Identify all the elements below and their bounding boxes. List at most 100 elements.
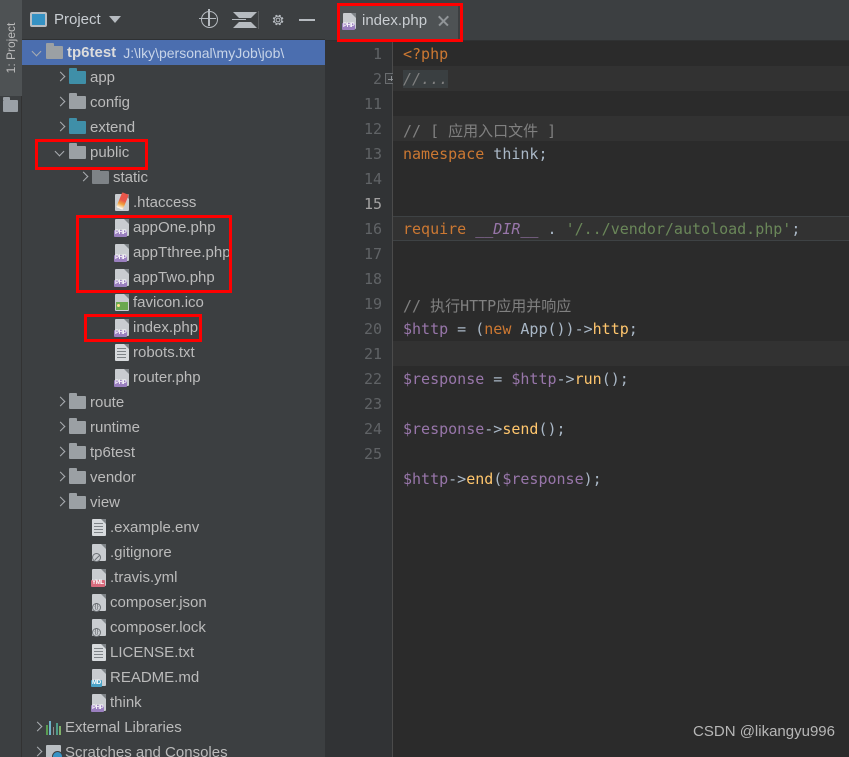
tree-folder-view[interactable]: view bbox=[22, 490, 325, 515]
tree-file-router-php[interactable]: PHP router.php bbox=[22, 365, 325, 390]
file-php-icon: PHP bbox=[91, 694, 106, 712]
tree-item-label: LICENSE.txt bbox=[110, 644, 195, 661]
chevron-right-icon[interactable] bbox=[55, 122, 66, 133]
file-php-icon: PHP bbox=[114, 269, 129, 287]
tree-file-apptthree-php[interactable]: PHP appTthree.php bbox=[22, 240, 325, 265]
tree-file-appone-php[interactable]: PHP appOne.php bbox=[22, 215, 325, 240]
tree-file--htaccess[interactable]: .htaccess bbox=[22, 190, 325, 215]
folder-icon bbox=[3, 97, 18, 112]
tree-file-think[interactable]: PHP think bbox=[22, 690, 325, 715]
tree-node-scratches-and-consoles[interactable]: Scratches and Consoles bbox=[22, 740, 325, 757]
tree-file-license-txt[interactable]: LICENSE.txt bbox=[22, 640, 325, 665]
file-text-icon bbox=[92, 519, 106, 536]
locate-target-icon[interactable] bbox=[199, 8, 220, 30]
tree-item-label: composer.json bbox=[110, 594, 207, 611]
tree-item-label: runtime bbox=[90, 419, 141, 436]
line-number-24: 24 bbox=[363, 420, 382, 438]
editor-code[interactable]: <?php //... // [ 应用入口文件 ] namespace thin… bbox=[393, 41, 849, 757]
line-number-21: 21 bbox=[363, 345, 382, 363]
ide-window: 1: Project Project tp6test J:\lky\persona… bbox=[0, 0, 849, 757]
folder-icon bbox=[69, 493, 86, 509]
tree-file--travis-yml[interactable]: YML .travis.yml bbox=[22, 565, 325, 590]
tree-item-label: think bbox=[110, 694, 142, 711]
folder-icon bbox=[69, 93, 86, 109]
chevron-right-icon[interactable] bbox=[32, 747, 43, 757]
tree-file-composer-lock[interactable]: {} composer.lock bbox=[22, 615, 325, 640]
tree-folder-public[interactable]: public bbox=[22, 140, 325, 165]
minimize-icon[interactable] bbox=[297, 10, 317, 30]
file-php-icon: PHP bbox=[114, 369, 129, 387]
editor-area: PHP index.php 1 2 11 12 13 14 15 16 17 18 19 20 21 22… bbox=[325, 0, 849, 757]
tree-file-readme-md[interactable]: MD README.md bbox=[22, 665, 325, 690]
tree-item-label: appOne.php bbox=[133, 219, 216, 236]
tree-file-apptwo-php[interactable]: PHP appTwo.php bbox=[22, 265, 325, 290]
tree-file-favicon-ico[interactable]: favicon.ico bbox=[22, 290, 325, 315]
line-number-22: 22 bbox=[363, 370, 382, 388]
project-tree[interactable]: tp6test J:\lky\personal\myJob\job\ app conf… bbox=[22, 40, 325, 757]
tree-file--example-env[interactable]: .example.env bbox=[22, 515, 325, 540]
file-php-icon: PHP bbox=[114, 319, 129, 337]
tree-folder-route[interactable]: route bbox=[22, 390, 325, 415]
tree-folder-runtime[interactable]: runtime bbox=[22, 415, 325, 440]
chevron-right-icon[interactable] bbox=[55, 72, 66, 83]
tree-item-label: route bbox=[90, 394, 125, 411]
tree-item-label: app bbox=[90, 69, 116, 86]
tree-file-composer-json[interactable]: {} composer.json bbox=[22, 590, 325, 615]
line-18-highlight bbox=[393, 341, 849, 366]
tree-folder-app[interactable]: app bbox=[22, 65, 325, 90]
tree-file--gitignore[interactable]: .gitignore bbox=[22, 540, 325, 565]
tree-folder-tp6test[interactable]: tp6test J:\lky\personal\myJob\job\ bbox=[22, 40, 325, 65]
tree-item-label: appTthree.php bbox=[133, 244, 231, 261]
tree-folder-static[interactable]: static bbox=[22, 165, 325, 190]
chevron-right-icon[interactable] bbox=[55, 472, 66, 483]
tree-file-index-php[interactable]: PHP index.php bbox=[22, 315, 325, 340]
chevron-right-icon[interactable] bbox=[55, 422, 66, 433]
editor-tab-index-php[interactable]: PHP index.php bbox=[337, 4, 459, 39]
line-number-14: 14 bbox=[363, 170, 382, 188]
line-number-15: 15 bbox=[363, 195, 382, 213]
chevron-down-icon[interactable] bbox=[55, 147, 66, 158]
left-tool-strip: 1: Project bbox=[0, 0, 22, 757]
tree-item-label: tp6test bbox=[67, 44, 117, 61]
tool-window-tab-project[interactable]: 1: Project bbox=[0, 0, 22, 96]
chevron-right-icon[interactable] bbox=[78, 172, 89, 183]
folder-icon bbox=[46, 43, 63, 59]
tree-folder-extend[interactable]: extend bbox=[22, 115, 325, 140]
tree-node-external-libraries[interactable]: External Libraries bbox=[22, 715, 325, 740]
chevron-right-icon[interactable] bbox=[55, 397, 66, 408]
chevron-right-icon[interactable] bbox=[32, 722, 43, 733]
editor-gutter[interactable]: 1 2 11 12 13 14 15 16 17 18 19 20 21 22 23 24 25 bbox=[325, 41, 396, 757]
line-number-19: 19 bbox=[363, 295, 382, 313]
code-line-15: require __DIR__ . '/../vendor/autoload.p… bbox=[403, 220, 801, 238]
code-line-24: $http->end($response); bbox=[403, 470, 602, 488]
tree-item-label: index.php bbox=[133, 319, 199, 336]
tree-item-label: .travis.yml bbox=[110, 569, 178, 586]
tree-folder-config[interactable]: config bbox=[22, 90, 325, 115]
tree-item-label: vendor bbox=[90, 469, 136, 486]
line-number-25: 25 bbox=[363, 445, 382, 463]
tree-item-label: public bbox=[90, 144, 130, 161]
tree-item-label: .htaccess bbox=[133, 194, 197, 211]
chevron-right-icon[interactable] bbox=[55, 447, 66, 458]
chevron-down-icon[interactable] bbox=[32, 47, 43, 58]
tree-file-robots-txt[interactable]: robots.txt bbox=[22, 340, 325, 365]
file-text-icon bbox=[92, 644, 106, 661]
chevron-down-icon[interactable] bbox=[108, 16, 121, 23]
tree-folder-vendor[interactable]: vendor bbox=[22, 465, 325, 490]
tree-folder-tp6test[interactable]: tp6test bbox=[22, 440, 325, 465]
tree-item-label: favicon.ico bbox=[133, 294, 204, 311]
chevron-right-icon[interactable] bbox=[55, 497, 66, 508]
chevron-right-icon[interactable] bbox=[55, 97, 66, 108]
code-line-2: //... bbox=[403, 70, 449, 88]
gear-icon[interactable] bbox=[268, 10, 288, 30]
code-line-13: namespace think; bbox=[403, 145, 548, 163]
close-icon[interactable] bbox=[437, 14, 450, 27]
collapse-all-icon[interactable] bbox=[229, 10, 249, 30]
